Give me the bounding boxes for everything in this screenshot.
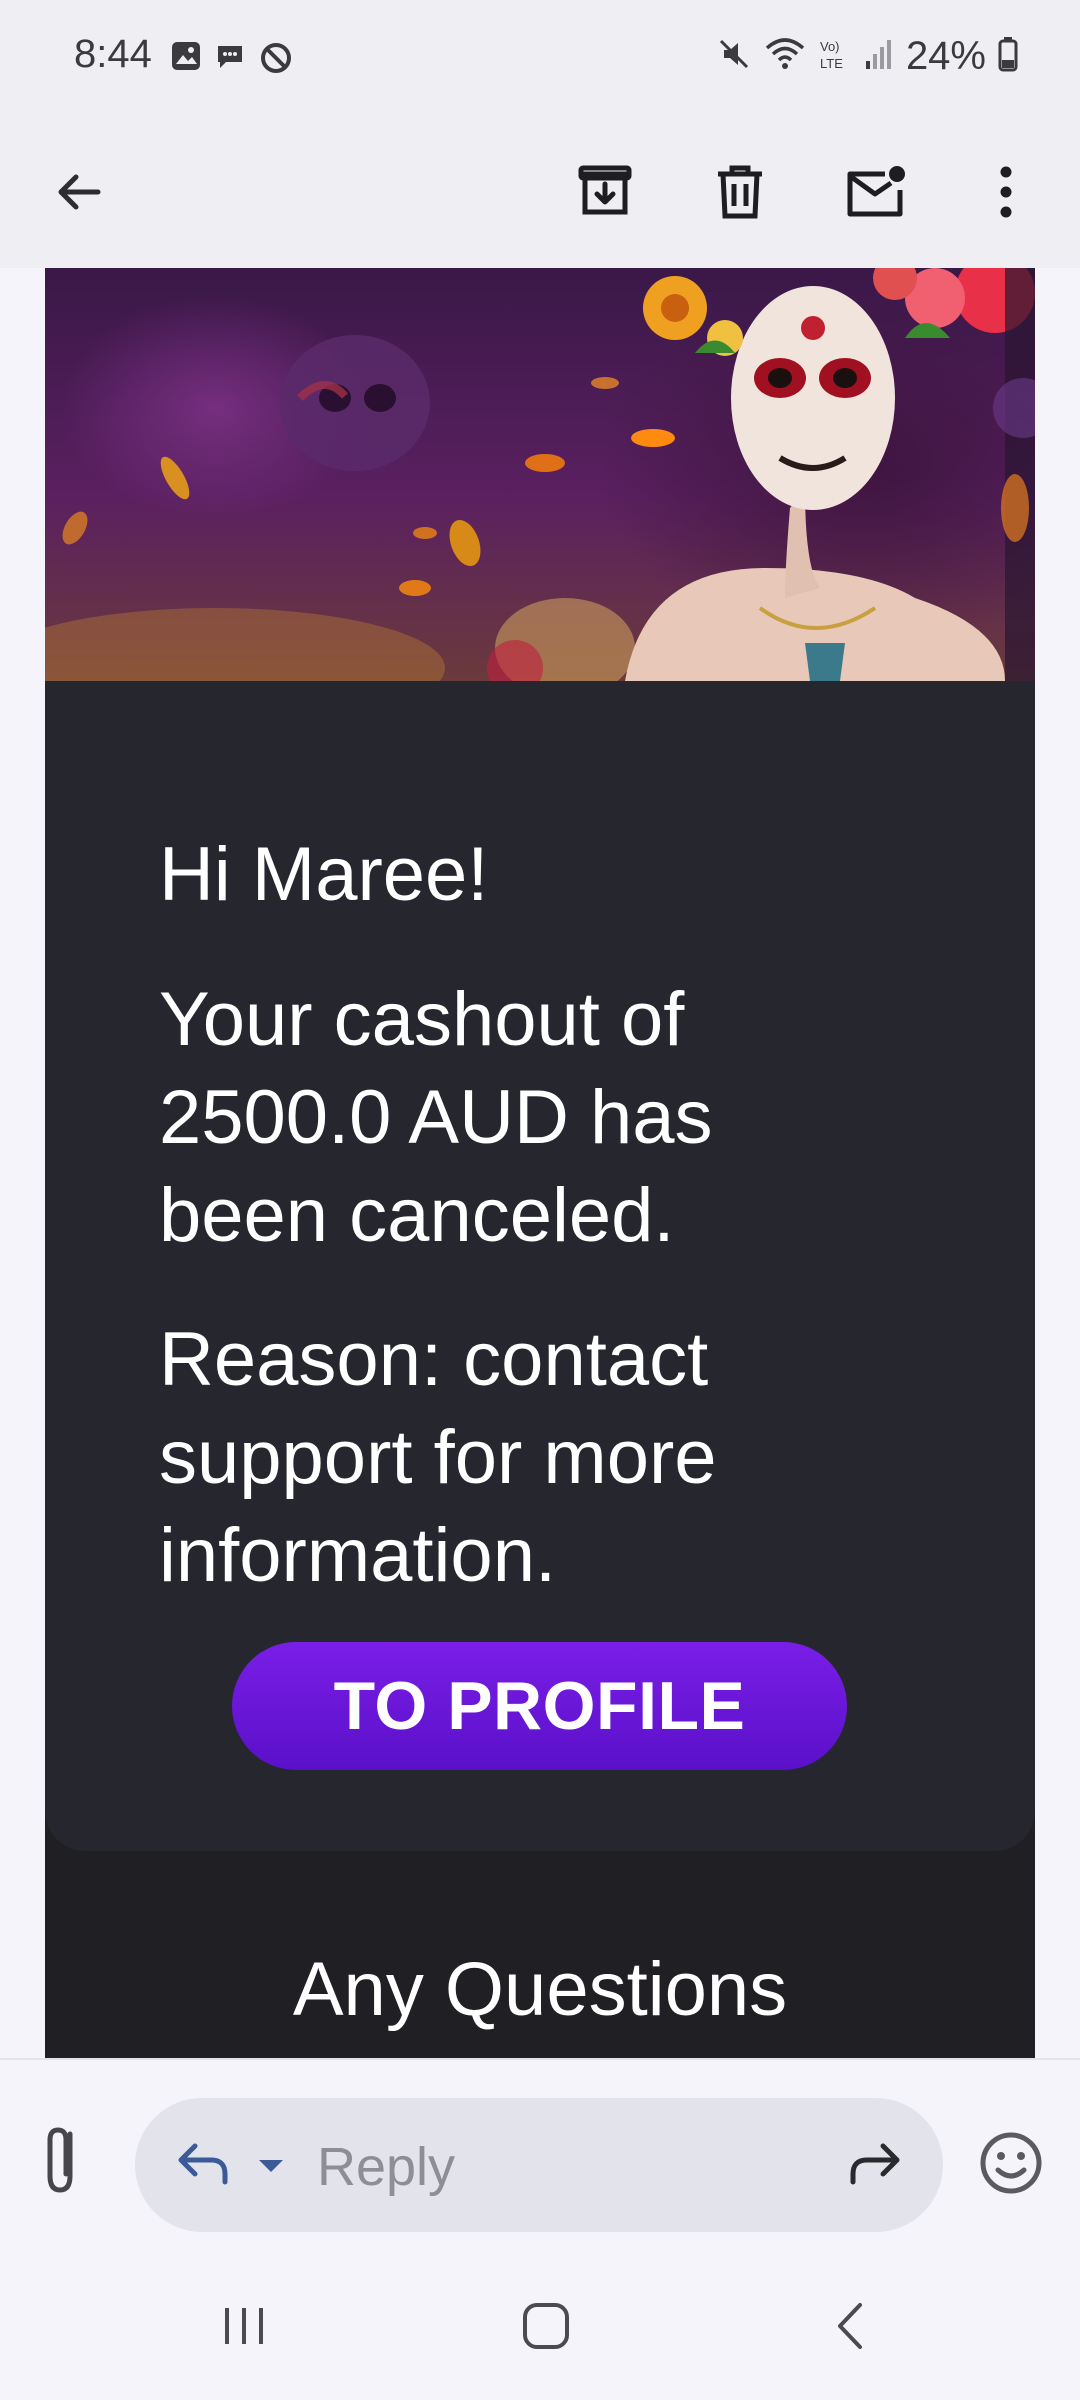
delete-button[interactable] xyxy=(690,144,790,244)
svg-text:LTE: LTE xyxy=(820,56,843,71)
arrow-back-icon xyxy=(52,166,104,223)
nav-back-button[interactable] xyxy=(810,2288,890,2368)
mark-unread-icon xyxy=(845,164,907,225)
emoji-icon xyxy=(978,2132,1044,2200)
archive-icon xyxy=(577,164,633,225)
mark-unread-button[interactable] xyxy=(826,144,926,244)
more-vert-icon xyxy=(996,164,1016,225)
wifi-icon xyxy=(764,36,806,77)
back-icon xyxy=(830,2301,870,2356)
reply-icon[interactable] xyxy=(173,2136,233,2199)
any-questions-heading: Any Questions xyxy=(292,1947,788,2032)
notification-card: Hi Maree! Your cashout of 2500.0 AUD has… xyxy=(45,681,1035,1851)
cancel-reason: Reason: contact support for more informa… xyxy=(159,1317,717,1598)
email-html-content: Hi Maree! Your cashout of 2500.0 AUD has… xyxy=(45,268,1035,2058)
home-button[interactable] xyxy=(506,2288,586,2368)
caret-down-icon[interactable] xyxy=(255,2156,287,2181)
forward-icon[interactable] xyxy=(845,2136,905,2199)
promo-banner-image xyxy=(45,268,1035,681)
recents-icon xyxy=(219,2304,269,2353)
recents-button[interactable] xyxy=(204,2288,284,2368)
more-options-button[interactable] xyxy=(956,144,1056,244)
reply-placeholder: Reply xyxy=(317,2137,456,2197)
volte-icon: Vo) LTE xyxy=(818,36,852,77)
email-body-scroll[interactable]: Hi Maree! Your cashout of 2500.0 AUD has… xyxy=(0,268,1080,2058)
battery-percent: 24% xyxy=(905,34,986,78)
home-icon xyxy=(521,2301,571,2356)
signal-icon xyxy=(864,37,894,76)
mute-icon xyxy=(716,36,752,77)
sync-icon xyxy=(258,40,294,81)
reply-bar: Reply xyxy=(0,2058,1080,2248)
greeting-text: Hi Maree! xyxy=(159,832,489,917)
attach-icon xyxy=(34,2127,90,2204)
status-bar: 8:44 Vo) LTE 24% xyxy=(0,0,1080,120)
archive-button[interactable] xyxy=(555,144,655,244)
system-nav-bar xyxy=(0,2248,1080,2400)
emoji-button[interactable] xyxy=(978,2130,1044,2201)
attach-button[interactable] xyxy=(34,2120,94,2200)
top-app-bar xyxy=(0,120,1080,268)
svg-text:Vo): Vo) xyxy=(820,39,840,54)
reply-field[interactable]: Reply xyxy=(135,2098,943,2232)
cashout-message: Your cashout of 2500.0 AUD has been canc… xyxy=(159,977,713,1258)
back-button[interactable] xyxy=(28,144,128,244)
gallery-icon xyxy=(170,40,202,81)
battery-icon xyxy=(998,36,1018,77)
status-time: 8:44 xyxy=(74,32,152,76)
chat-bubble-icon xyxy=(214,40,246,81)
delete-icon xyxy=(714,164,766,225)
to-profile-button[interactable]: TO PROFILE xyxy=(232,1642,847,1770)
